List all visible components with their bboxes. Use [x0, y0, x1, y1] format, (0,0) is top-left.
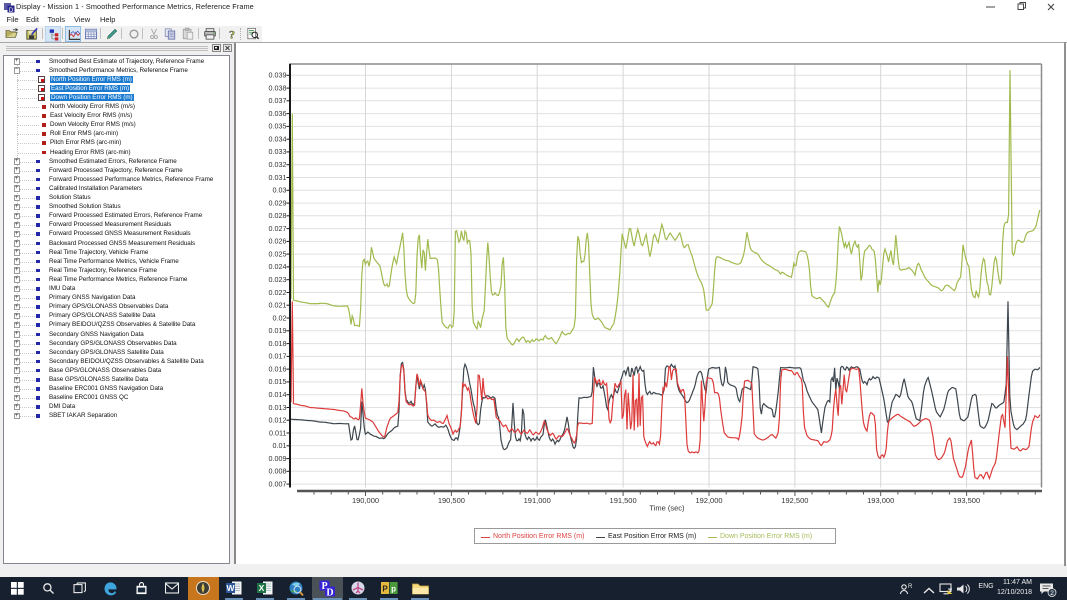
svg-text:0.037: 0.037: [269, 96, 287, 105]
svg-text:0.036: 0.036: [269, 109, 287, 118]
svg-text:192,500: 192,500: [781, 496, 808, 505]
svg-text:192,000: 192,000: [695, 496, 722, 505]
svg-text:0.013: 0.013: [269, 403, 287, 412]
svg-text:0.026: 0.026: [269, 237, 287, 246]
svg-text:0.022: 0.022: [269, 288, 287, 297]
svg-text:0.02: 0.02: [273, 313, 287, 322]
svg-text:p: p: [391, 585, 396, 594]
svg-text:190,500: 190,500: [438, 496, 465, 505]
svg-text:193,000: 193,000: [867, 496, 894, 505]
svg-text:0.012: 0.012: [269, 416, 287, 425]
svg-text:191,000: 191,000: [524, 496, 551, 505]
svg-text:0.01: 0.01: [273, 441, 287, 450]
svg-text:0.03: 0.03: [273, 186, 287, 195]
svg-text:Time (sec): Time (sec): [649, 504, 685, 513]
svg-text:0.035: 0.035: [269, 122, 287, 131]
svg-text:0.017: 0.017: [269, 352, 287, 361]
svg-text:D: D: [326, 587, 333, 597]
svg-text:R: R: [908, 584, 913, 590]
svg-text:W: W: [226, 583, 235, 593]
svg-text:0.016: 0.016: [269, 364, 287, 373]
svg-text:0.018: 0.018: [269, 339, 287, 348]
svg-text:0.021: 0.021: [269, 301, 287, 310]
svg-text:0.027: 0.027: [269, 224, 287, 233]
svg-text:0.029: 0.029: [269, 198, 287, 207]
svg-text:0.008: 0.008: [269, 467, 287, 476]
svg-text:193,500: 193,500: [953, 496, 980, 505]
svg-text:0.038: 0.038: [269, 83, 287, 92]
svg-text:0.011: 0.011: [269, 428, 286, 437]
svg-text:0.023: 0.023: [269, 275, 287, 284]
svg-text:0.014: 0.014: [269, 390, 287, 399]
svg-text:0.007: 0.007: [269, 479, 287, 488]
svg-text:0.033: 0.033: [269, 147, 287, 156]
svg-text:0.032: 0.032: [269, 160, 287, 169]
svg-text:0.031: 0.031: [269, 173, 287, 182]
svg-text:190,000: 190,000: [352, 496, 379, 505]
svg-text:191,500: 191,500: [610, 496, 637, 505]
svg-text:X: X: [259, 583, 265, 593]
svg-text:P: P: [382, 585, 388, 594]
svg-text:0.015: 0.015: [269, 377, 287, 386]
svg-text:0.028: 0.028: [269, 211, 287, 220]
svg-text:0.024: 0.024: [269, 262, 287, 271]
svg-text:0.034: 0.034: [269, 135, 287, 144]
svg-text:0.039: 0.039: [269, 71, 287, 80]
svg-text:0.025: 0.025: [269, 249, 287, 258]
svg-text:2: 2: [1050, 590, 1054, 597]
svg-text:0.009: 0.009: [269, 454, 287, 463]
svg-text:0.019: 0.019: [269, 326, 287, 335]
